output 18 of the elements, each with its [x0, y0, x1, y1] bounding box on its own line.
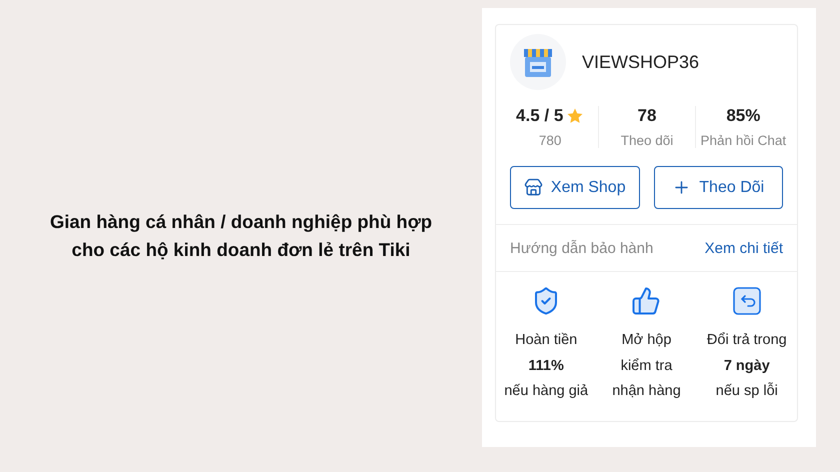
stat-label: Phản hồi Chat: [700, 133, 786, 148]
guarantee-text: Hoàn tiền 111% nếu hàng giả: [504, 331, 588, 401]
stat-value: 4.5 / 5: [516, 106, 564, 126]
details-link[interactable]: Xem chi tiết: [704, 240, 783, 256]
star-icon: [566, 107, 584, 125]
caption-text: Gian hàng cá nhân / doanh nghiệp phù hợp cho các hộ kinh doanh đơn lẻ trên Tiki: [50, 210, 432, 262]
warranty-label: Hướng dẫn bảo hành: [510, 240, 654, 256]
guarantee-text: Mở hộp kiểm tra nhận hàng: [612, 331, 681, 401]
stat-label: 780: [538, 133, 562, 148]
view-shop-button[interactable]: Xem Shop: [510, 166, 640, 209]
guarantee-text: Đổi trả trong 7 ngày nếu sp lỗi: [706, 331, 787, 401]
stat-value: 85%: [726, 106, 760, 126]
stat-value: 78: [638, 106, 656, 126]
shop-name: VIEWSHOP36: [582, 52, 700, 72]
stat-label: Theo dõi: [620, 133, 674, 148]
store-icon: [524, 178, 543, 197]
thumbs-up-icon: [631, 286, 662, 316]
follow-button[interactable]: Theo Dõi: [654, 166, 783, 209]
